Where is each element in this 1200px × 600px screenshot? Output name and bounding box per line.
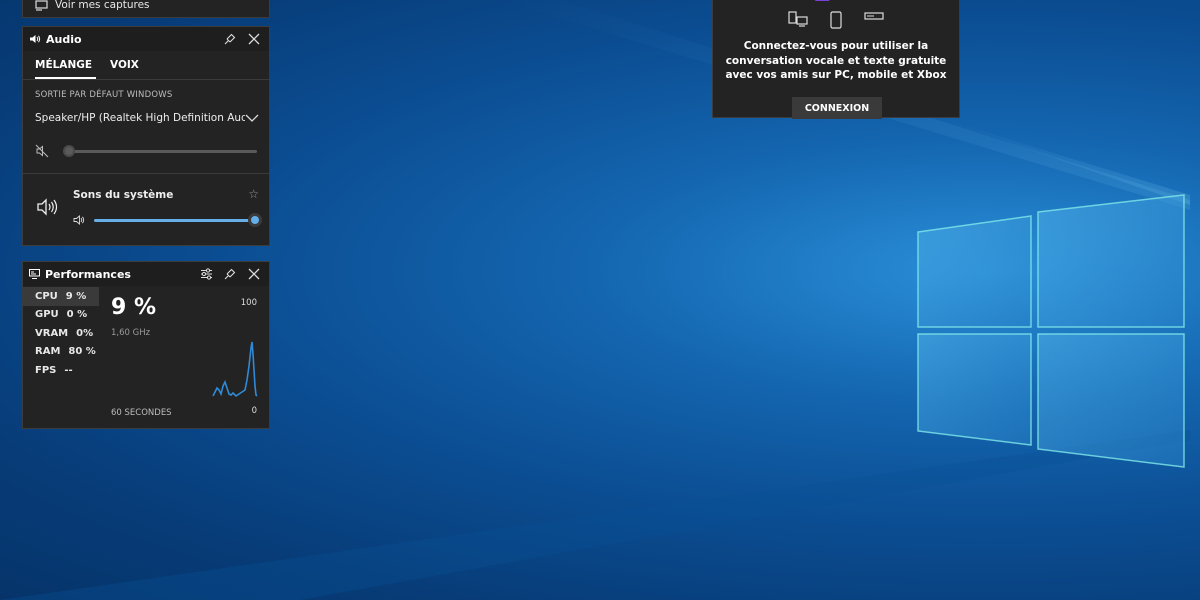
output-device-select[interactable]: Speaker/HP (Realtek High Definition Aud.… — [35, 112, 259, 124]
performance-stat-list: CPU 9 % GPU 0 % VRAM 0% RAM 80 % FPS -- — [23, 287, 99, 380]
connect-button[interactable]: CONNEXION — [792, 97, 882, 119]
captures-widget: Voir mes captures — [22, 0, 270, 18]
output-device-value: Speaker/HP (Realtek High Definition Aud.… — [35, 112, 245, 124]
graph-max-label: 100 — [240, 298, 257, 308]
performance-widget: Performances CPU 9 % GPU 0 % VRAM 0% RAM 80 … — [22, 261, 270, 429]
pc-icon — [788, 11, 808, 27]
system-sounds-volume-slider[interactable] — [94, 213, 263, 227]
performance-title: Performances — [45, 267, 131, 281]
audio-header: Audio — [23, 27, 269, 51]
xbox-accent-ribbon — [814, 0, 834, 1]
settings-sliders-icon[interactable] — [197, 265, 215, 283]
stat-gpu[interactable]: GPU 0 % — [23, 306, 99, 325]
xbox-social-panel: Connectez-vous pour utiliser la conversa… — [712, 0, 960, 119]
master-volume-knob[interactable] — [63, 145, 75, 157]
cpu-frequency: 1,60 GHz — [111, 328, 151, 338]
performance-header: Performances — [23, 262, 269, 286]
captures-icon — [35, 0, 48, 11]
stat-ram[interactable]: RAM 80 % — [23, 343, 99, 362]
system-sounds-volume-fill — [94, 219, 256, 222]
speaker-icon — [30, 35, 41, 43]
graph-time-window: 60 SECONDES — [111, 408, 172, 418]
pin-icon[interactable] — [221, 30, 239, 48]
audio-widget: Audio MÉLANGE VOIX SORTIE PAR DÉFAUT WIN… — [22, 26, 270, 246]
stat-vram[interactable]: VRAM 0% — [23, 324, 99, 343]
close-icon[interactable] — [245, 265, 263, 283]
audio-tabs: MÉLANGE VOIX — [23, 51, 269, 80]
default-output-label: SORTIE PAR DÉFAUT WINDOWS — [35, 90, 173, 100]
close-icon[interactable] — [245, 30, 263, 48]
chevron-down-icon — [245, 114, 259, 122]
signin-message: Connectez-vous pour utiliser la conversa… — [725, 40, 947, 81]
device-icons — [713, 11, 959, 29]
cpu-usage-value: 9 % — [111, 295, 157, 320]
view-captures-link[interactable]: Voir mes captures — [35, 0, 150, 11]
divider — [23, 173, 269, 174]
stat-fps[interactable]: FPS -- — [23, 361, 99, 380]
mobile-icon — [830, 11, 842, 29]
console-icon — [864, 12, 884, 20]
tab-melange[interactable]: MÉLANGE — [35, 53, 97, 79]
master-volume-slider[interactable] — [63, 145, 257, 157]
audio-title: Audio — [46, 32, 82, 46]
stat-cpu[interactable]: CPU 9 % — [23, 287, 99, 306]
system-sounds-icon — [37, 198, 58, 216]
graph-min-label: 0 — [251, 406, 257, 416]
small-speaker-icon — [73, 215, 85, 225]
pin-icon[interactable] — [221, 265, 239, 283]
monitor-icon — [29, 269, 40, 279]
system-sounds-label: Sons du système — [73, 189, 174, 201]
tab-voix[interactable]: VOIX — [110, 53, 139, 77]
view-captures-label: Voir mes captures — [55, 0, 150, 11]
system-sounds-volume-knob[interactable] — [248, 213, 263, 227]
favorite-star-icon[interactable]: ☆ — [248, 187, 259, 201]
cpu-usage-graph — [212, 341, 258, 398]
muted-speaker-icon[interactable] — [35, 144, 49, 158]
